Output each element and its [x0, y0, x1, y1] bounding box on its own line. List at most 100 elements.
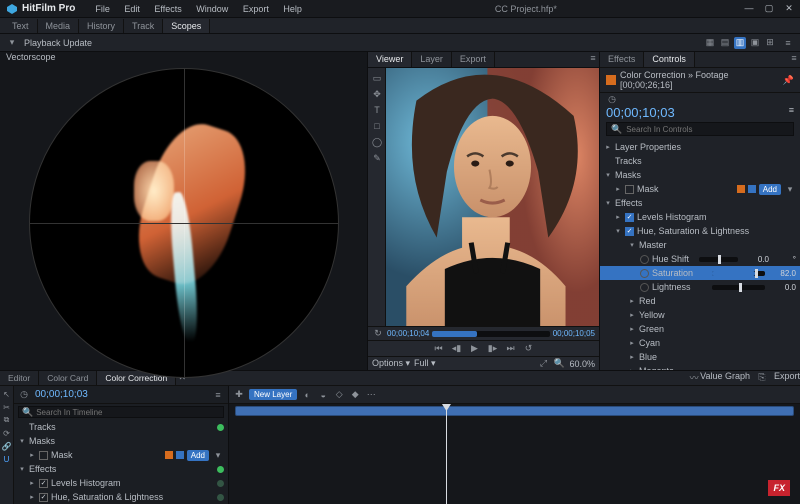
- viewer-tab-export[interactable]: Export: [452, 52, 495, 67]
- layout-mode-2-icon[interactable]: ▤: [719, 37, 731, 49]
- menu-effects[interactable]: Effects: [148, 4, 187, 14]
- row-master[interactable]: Master: [639, 240, 796, 250]
- viewer-tab-viewer[interactable]: Viewer: [368, 52, 412, 67]
- hsl-enable-checkbox[interactable]: [625, 227, 634, 236]
- tl-row-hsl[interactable]: Hue, Saturation & Lightness: [51, 492, 214, 502]
- mask-square-icon[interactable]: □: [371, 120, 383, 132]
- snap-tool-icon[interactable]: ⧉: [2, 415, 12, 425]
- keyframe-toggle-sat[interactable]: [640, 269, 649, 278]
- sec-tab-media[interactable]: Media: [38, 19, 80, 33]
- hue-value[interactable]: 0.0: [745, 255, 769, 264]
- menu-export[interactable]: Export: [237, 4, 275, 14]
- tl-mask-checkbox[interactable]: [39, 451, 48, 460]
- layout-mode-1-icon[interactable]: ▦: [704, 37, 716, 49]
- tl-row-mask-item[interactable]: Mask: [51, 450, 162, 460]
- viewer-quality-button[interactable]: Full ▾: [414, 358, 436, 369]
- mask-color-swatch[interactable]: [737, 185, 745, 193]
- panel-menu-icon[interactable]: ≡: [782, 37, 794, 49]
- tl-mask-add-button[interactable]: Add: [187, 450, 209, 461]
- row-hsl[interactable]: Hue, Saturation & Lightness: [637, 226, 796, 236]
- tl-row-tracks[interactable]: Tracks: [29, 422, 214, 432]
- chevron-down-icon[interactable]: ▾: [6, 37, 18, 49]
- prev-frame-icon[interactable]: ◂▮: [451, 343, 463, 355]
- select-tool-icon[interactable]: ▭: [371, 72, 383, 84]
- ctrl-pin-icon[interactable]: 📌: [783, 74, 794, 86]
- zoom-icon[interactable]: 🔍: [553, 358, 565, 370]
- sec-tab-scopes[interactable]: Scopes: [163, 19, 210, 33]
- sat-value[interactable]: 82.0: [772, 269, 796, 278]
- row-masks[interactable]: Masks: [615, 170, 796, 180]
- sec-tab-track[interactable]: Track: [124, 19, 163, 33]
- timeline-clip[interactable]: [235, 406, 794, 416]
- row-ch-green[interactable]: Green: [639, 324, 796, 334]
- viewer-scrubber[interactable]: [432, 331, 549, 337]
- window-close-icon[interactable]: ✕: [784, 3, 794, 14]
- timeline-tracks[interactable]: [229, 404, 800, 504]
- keyframe-toggle-hue[interactable]: [640, 255, 649, 264]
- tool-c-icon[interactable]: ◇: [333, 389, 345, 401]
- tool-a-icon[interactable]: ◐: [301, 389, 313, 401]
- menu-edit[interactable]: Edit: [118, 4, 146, 14]
- add-layer-icon[interactable]: ✚: [233, 389, 245, 401]
- row-levels[interactable]: Levels Histogram: [637, 212, 796, 222]
- row-ch-red[interactable]: Red: [639, 296, 796, 306]
- viewer-tab-layer[interactable]: Layer: [412, 52, 452, 67]
- menu-file[interactable]: File: [89, 4, 116, 14]
- rate-tool-icon[interactable]: ⟳: [2, 428, 12, 438]
- row-ch-cyan[interactable]: Cyan: [639, 338, 796, 348]
- timeline-playhead[interactable]: [446, 404, 447, 504]
- visibility-dot[interactable]: [217, 480, 224, 487]
- pen-tool-icon[interactable]: ✎: [371, 152, 383, 164]
- sec-tab-history[interactable]: History: [79, 19, 124, 33]
- window-minimize-icon[interactable]: —: [744, 3, 754, 14]
- hue-slider[interactable]: [699, 257, 739, 262]
- lightness-slider[interactable]: [712, 285, 765, 290]
- loop-icon[interactable]: ↻: [372, 328, 384, 340]
- tl-row-effects[interactable]: Effects: [29, 464, 214, 474]
- tl-row-levels[interactable]: Levels Histogram: [51, 478, 214, 488]
- tl-levels-checkbox[interactable]: [39, 479, 48, 488]
- viewer-zoom-value[interactable]: 60.0%: [569, 359, 595, 369]
- link-tool-icon[interactable]: 🔗: [2, 441, 12, 451]
- zoom-fit-icon[interactable]: ⤢: [537, 358, 549, 370]
- mask-ellipse-icon[interactable]: ◯: [371, 136, 383, 148]
- layout-mode-4-icon[interactable]: ▣: [749, 37, 761, 49]
- visibility-dot[interactable]: [217, 466, 224, 473]
- tl-swatch-1[interactable]: [165, 451, 173, 459]
- mask-color-swatch-2[interactable]: [748, 185, 756, 193]
- levels-enable-checkbox[interactable]: [625, 213, 634, 222]
- row-layer-properties[interactable]: Layer Properties: [615, 142, 796, 152]
- pointer-tool-icon[interactable]: ↖: [2, 389, 12, 399]
- go-end-icon[interactable]: ⏭: [505, 343, 517, 355]
- viewer-canvas[interactable]: [386, 68, 599, 326]
- layout-mode-3-icon[interactable]: ▥: [734, 37, 746, 49]
- tool-d-icon[interactable]: ◆: [349, 389, 361, 401]
- ctrl-tab-effects[interactable]: Effects: [600, 52, 644, 67]
- ctrl-tab-controls[interactable]: Controls: [644, 52, 695, 67]
- tl-mask-more-icon[interactable]: ▾: [212, 449, 224, 461]
- row-mask-item[interactable]: Mask: [637, 184, 734, 194]
- mask-more-icon[interactable]: ▾: [784, 183, 796, 195]
- play-icon[interactable]: ▶: [469, 343, 481, 355]
- export-icon[interactable]: ⎘: [756, 371, 768, 383]
- visibility-dot[interactable]: [217, 494, 224, 501]
- light-value[interactable]: 0.0: [772, 283, 796, 292]
- ctrl-menu-icon[interactable]: ≡: [788, 52, 800, 64]
- tl-swatch-2[interactable]: [176, 451, 184, 459]
- value-graph-button[interactable]: Value Graph: [700, 371, 750, 385]
- tl-hsl-checkbox[interactable]: [39, 493, 48, 502]
- text-tool-icon[interactable]: T: [371, 104, 383, 116]
- menu-help[interactable]: Help: [277, 4, 308, 14]
- layout-mode-5-icon[interactable]: ⊞: [764, 37, 776, 49]
- tl-search-input[interactable]: [36, 408, 220, 417]
- hand-tool-icon[interactable]: ✥: [371, 88, 383, 100]
- row-effects[interactable]: Effects: [615, 198, 796, 208]
- row-ch-blue[interactable]: Blue: [639, 352, 796, 362]
- ctrl-search-field[interactable]: 🔍: [606, 122, 794, 136]
- sec-tab-text[interactable]: Text: [4, 19, 38, 33]
- loop-toggle-icon[interactable]: ↺: [523, 343, 535, 355]
- saturation-slider[interactable]: [712, 271, 765, 276]
- window-maximize-icon[interactable]: ▢: [764, 3, 774, 14]
- tl-menu-icon[interactable]: ≡: [212, 389, 224, 401]
- mask-add-button[interactable]: Add: [759, 184, 781, 195]
